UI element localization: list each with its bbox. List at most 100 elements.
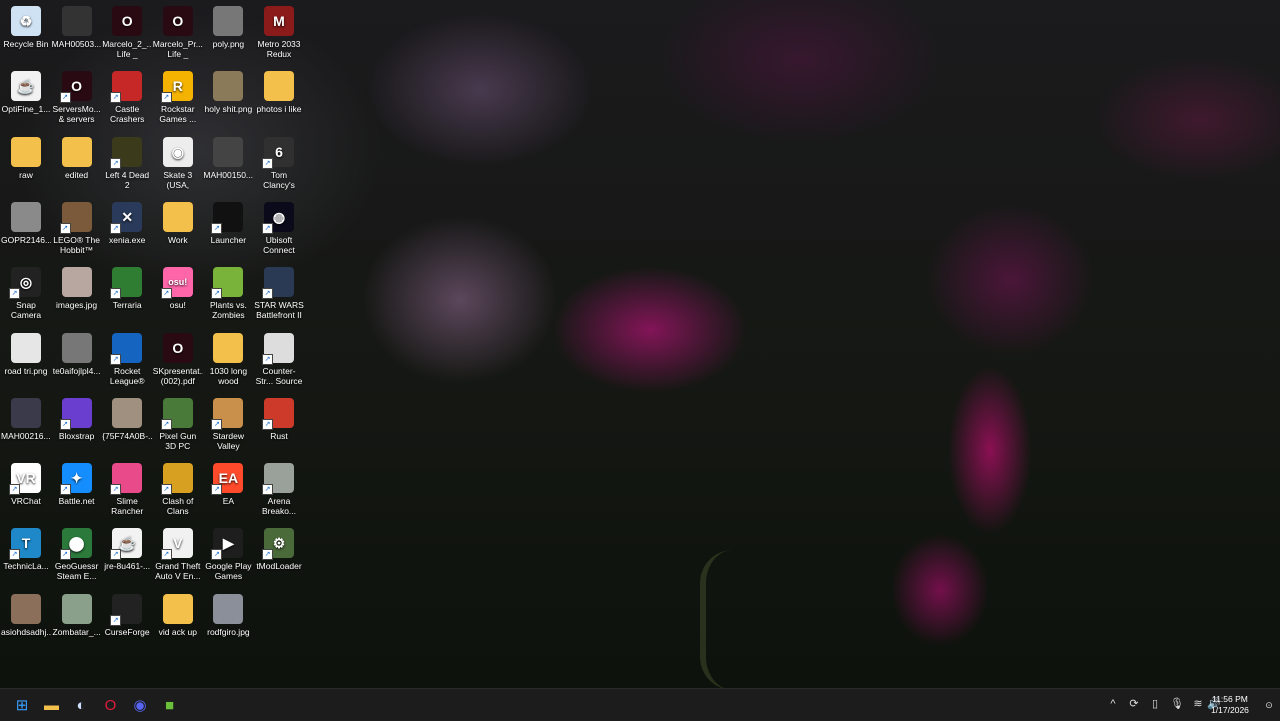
shortcut-arrow-icon: ↗ [262, 418, 273, 430]
icon-glyph [11, 594, 41, 624]
desktop-icon[interactable]: osu! ↗ osu! [153, 263, 203, 310]
desktop-icon[interactable]: ◍ ↗ Ubisoft Connect [254, 198, 304, 255]
technic-launcher-icon: T ↗ [9, 528, 41, 561]
desktop-icon-label: road tri.png [4, 365, 48, 376]
clock[interactable]: 11:56 PM 1/17/2026 [1200, 694, 1260, 716]
desktop-icon-label: holy shit.png [204, 104, 253, 115]
desktop-icon[interactable]: 1030 long wood [203, 329, 253, 386]
image-thumbnail-icon [11, 332, 41, 363]
desktop-icon[interactable]: raw [1, 133, 51, 180]
desktop-icon[interactable]: road tri.png [1, 329, 51, 376]
desktop-icon[interactable]: ↗ Bloxstrap [52, 394, 102, 441]
desktop-icon[interactable]: ◉ Skate 3 (USA, Europe) (En... [153, 133, 203, 190]
desktop-icon[interactable]: GOPR2146.... [1, 198, 51, 245]
desktop-icon[interactable]: V ↗ Grand Theft Auto V En... [153, 524, 203, 581]
desktop-icon-label: Rocket League® [109, 365, 145, 386]
desktop-icon[interactable]: M Metro 2033 Redux [254, 2, 304, 59]
pixel-gun-icon: ↗ [160, 397, 193, 430]
desktop-icon[interactable]: ↗ Counter-Str... Source [254, 329, 304, 386]
desktop-icon[interactable]: ↗ STAR WARS Battlefront II [254, 263, 304, 320]
minecraft-launcher-icon[interactable]: ■ [158, 694, 182, 716]
desktop-icon[interactable]: asiohdsadhj... [1, 590, 51, 637]
desktop-icon[interactable]: photos i like [254, 67, 304, 114]
battery-icon[interactable]: ▯ [1148, 697, 1162, 711]
desktop-icon[interactable]: ▶ ↗ Google Play Games [203, 524, 253, 581]
desktop-icon[interactable]: ✦ ↗ Battle.net [52, 459, 102, 506]
desktop-icon[interactable]: ↗Pixel Gun 3D PC Edition [153, 394, 203, 451]
desktop-icon[interactable]: R ↗ Rockstar Games ... [153, 67, 203, 124]
desktop-icon[interactable]: ↗ Slime Rancher [102, 459, 152, 516]
desktop-icon[interactable]: te0aifojlpl4... [52, 329, 102, 376]
file-explorer-icon[interactable]: ▬ [40, 694, 64, 716]
desktop-icon[interactable]: ◎ ↗ Snap Camera [1, 263, 51, 320]
desktop-icon[interactable]: ↗ CurseForge [102, 590, 152, 637]
desktop-icon[interactable]: MAH00216.... [1, 394, 51, 441]
desktop-icon[interactable]: ⬤ ↗ GeoGuessr Steam E... [52, 524, 102, 581]
desktop-icon-label: Google Play Games [205, 561, 252, 582]
icon-glyph [62, 267, 92, 297]
icon-glyph [213, 594, 243, 624]
desktop-icon-label: Recycle Bin [3, 39, 49, 49]
desktop-icon[interactable]: O Marcelo_Pr... Life _ Onlin... [153, 2, 203, 59]
shortcut-arrow-icon: ↗ [9, 549, 20, 561]
icon-glyph [11, 202, 41, 232]
desktop-icon[interactable]: MAH00150.... [203, 133, 253, 180]
desktop-icon[interactable]: ↗ Castle Crashers [102, 67, 152, 124]
desktop-icon[interactable]: ♻ Recycle Bin [1, 2, 51, 49]
microphone-icon[interactable]: 🎙 [1170, 697, 1184, 711]
desktop-icon[interactable]: ☕ ↗ jre-8u461-... [102, 524, 152, 571]
metro-2033-icon: M [264, 6, 294, 36]
show-hidden-icons-chevron[interactable]: ^ [1106, 697, 1120, 711]
desktop-icon[interactable]: Work [153, 198, 203, 245]
desktop-icon[interactable]: Zombatar_... [52, 590, 102, 637]
sync-icon[interactable]: ⟳ [1127, 697, 1141, 711]
desktop-icon[interactable]: ☕ OptiFine_1... [1, 67, 51, 114]
desktop-icon[interactable]: ↗ Plants vs. Zombies [203, 263, 253, 320]
desktop-icon[interactable]: ✕ ↗ xenia.exe [102, 198, 152, 245]
icon-glyph [11, 398, 41, 428]
icon-glyph [11, 333, 41, 363]
image-thumbnail-icon [213, 71, 244, 102]
start-button[interactable]: ⊞ [10, 694, 34, 716]
desktop-icon[interactable]: T ↗ TechnicLa... [1, 524, 51, 571]
discord-icon[interactable]: ◉ [128, 694, 152, 716]
opera-gx-icon: O [112, 6, 143, 36]
shortcut-arrow-icon: ↗ [160, 484, 172, 496]
steam-icon[interactable]: ◐ [69, 694, 93, 716]
opera-gx-icon[interactable]: O [99, 694, 123, 716]
notification-icon[interactable]: ⊙ [1262, 698, 1276, 712]
desktop-icon[interactable]: images.jpg [52, 263, 102, 310]
desktop-icon[interactable]: ↗ Rust [254, 394, 304, 441]
desktop-icon[interactable]: EA ↗ EA [203, 459, 253, 506]
icon-glyph [213, 71, 243, 101]
desktop-icon[interactable]: ↗ Arena Breako... [254, 459, 304, 516]
desktop-icon[interactable]: ↗ Terraria [102, 263, 152, 310]
lego-hobbit-icon: ↗ [59, 201, 92, 234]
desktop-icon[interactable]: ↗ Left 4 Dead 2 [102, 133, 152, 190]
desktop-icon[interactable]: ↗ Rocket League® [102, 329, 152, 386]
image-thumbnail-icon [61, 332, 92, 363]
desktop-icon-label: raw [19, 169, 33, 180]
desktop-icon[interactable]: ↗ Clash of Clans [153, 459, 203, 516]
desktop-icon[interactable]: edited [52, 133, 102, 180]
desktop-icon[interactable]: {75F74A0B-... [102, 394, 152, 441]
desktop-icon[interactable]: ↗ LEGO® The Hobbit™ [52, 198, 102, 255]
desktop-icon-label: xenia.exe [108, 234, 146, 245]
desktop-icon[interactable]: ↗ Launcher [203, 198, 253, 245]
desktop-icon[interactable]: holy shit.png [203, 67, 253, 114]
desktop-icon-label: Grand Theft Auto V En... [155, 561, 201, 582]
desktop-icon[interactable]: 6↗Tom Clancy's Rainbow Si... [254, 133, 304, 190]
desktop-icon[interactable]: ↗ Stardew Valley [203, 394, 253, 451]
desktop-icon-label: Clash of Clans [162, 496, 194, 517]
desktop-icon[interactable]: vid ack up [153, 590, 203, 637]
disc-file-icon: ◉ [162, 136, 193, 167]
desktop-icon[interactable]: poly.png [203, 2, 253, 49]
desktop-icon[interactable]: MAH00503.... [52, 2, 102, 49]
desktop-icon[interactable]: rodfgiro.jpg [203, 590, 253, 637]
desktop-icon[interactable]: ⚙ ↗ tModLoader [254, 524, 304, 571]
desktop-icon[interactable]: VR ↗ VRChat [1, 459, 51, 506]
desktop-icon[interactable]: O Marcelo_2_... Life _ Onlin... [102, 2, 152, 59]
folder-icon [61, 136, 92, 167]
desktop-icon[interactable]: O SKpresentat... (002).pdf [153, 329, 203, 386]
desktop-icon[interactable]: O ↗ ServersMo... & servers [52, 67, 102, 124]
